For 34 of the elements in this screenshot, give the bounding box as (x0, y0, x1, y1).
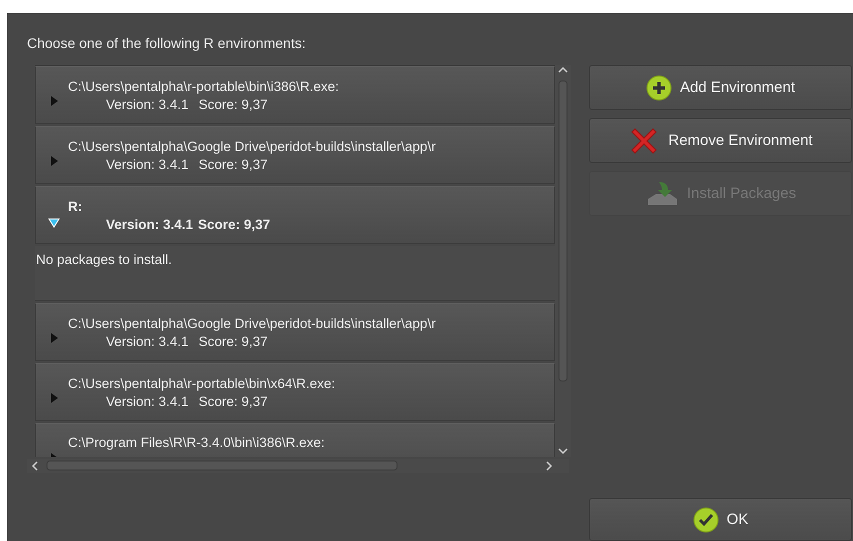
score-label: Score: 9,37 (198, 334, 268, 348)
version-label: Version: 3.4.1 (106, 334, 189, 348)
collapsed-arrow-icon[interactable] (48, 95, 60, 107)
environment-path: R: (68, 198, 84, 214)
environment-row[interactable]: C:\Users\pentalpha\Google Drive\peridot-builds\installer\app\r Version: 3.4.1 Score: 9,37 (35, 126, 555, 184)
version-label: Version: 3.4.1 (106, 156, 189, 172)
ok-button[interactable]: OK (589, 498, 852, 541)
version-label: Version: 3.4.1 (106, 216, 194, 232)
expanded-arrow-icon[interactable] (48, 216, 60, 228)
plus-icon (646, 74, 672, 100)
environment-path: C:\Users\pentalpha\r-portable\bin\x64\R.exe: (68, 376, 336, 390)
version-label: Version: 3.4.1 (106, 96, 189, 112)
environment-row[interactable]: C:\Program Files\R\R-3.4.0\bin\i386\R.exe: (35, 423, 555, 457)
check-icon (692, 506, 719, 532)
environment-row[interactable]: C:\Users\pentalpha\r-portable\bin\i386\R.exe: Version: 3.4.1 Score: 9,37 (35, 66, 555, 124)
environment-row[interactable]: C:\Users\pentalpha\Google Drive\peridot-builds\installer\app\r Version: 3.4.1 Score: 9,37 (35, 303, 555, 361)
score-label: Score: 9,37 (198, 96, 268, 112)
environment-path: C:\Users\pentalpha\Google Drive\peridot-builds\installer\app\r (68, 316, 436, 330)
score-label: Score: 9,37 (198, 156, 268, 172)
environment-row[interactable]: R: Version: 3.4.1 Score: 9,37 (35, 186, 555, 244)
add-button[interactable]: Add Environment (589, 65, 852, 110)
prompt-label: Choose one of the following R environments: (27, 35, 307, 51)
collapsed-arrow-icon[interactable] (48, 332, 60, 344)
environment-path: C:\Users\pentalpha\r-portable\bin\i386\R.exe: (68, 78, 339, 94)
environment-path: C:\Users\pentalpha\Google Drive\peridot-builds\installer\app\r (68, 138, 436, 154)
environment-path: C:\Program Files\R\R-3.4.0\bin\i386\R.exe: (68, 435, 325, 450)
details-text: No packages to install. (36, 252, 172, 267)
collapsed-arrow-icon[interactable] (48, 155, 60, 167)
score-label: Score: 9,37 (198, 394, 268, 408)
environment-row[interactable]: C:\Users\pentalpha\r-portable\bin\x64\R.exe: Version: 3.4.1 Score: 9,37 (35, 363, 555, 421)
remove-button[interactable]: Remove Environment (589, 118, 852, 163)
score-label: Score: 9,37 (198, 216, 270, 232)
version-label: Version: 3.4.1 (106, 394, 189, 408)
collapsed-arrow-icon[interactable] (48, 392, 60, 404)
